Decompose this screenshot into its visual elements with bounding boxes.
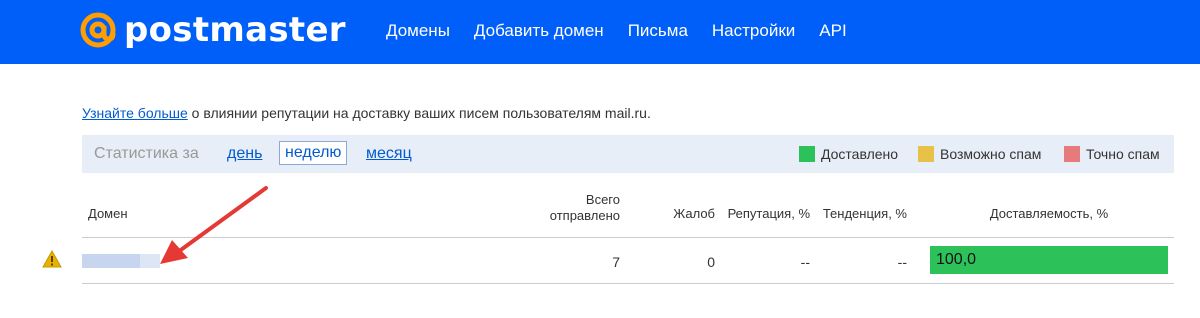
cell-sent: 7: [612, 254, 620, 270]
legend-delivered: Доставлено: [799, 146, 898, 162]
cell-complaints: 0: [707, 254, 715, 270]
period-month-link[interactable]: месяц: [366, 145, 412, 163]
legend-swatch-yellow: [918, 146, 934, 162]
column-header-reputation: Репутация, %: [727, 206, 810, 221]
column-header-domain: Домен: [88, 206, 128, 221]
header-bar: postmaster Домены Добавить домен Письма …: [0, 0, 1200, 64]
period-week-selected[interactable]: неделю: [279, 141, 348, 165]
legend-label: Точно спам: [1086, 146, 1160, 162]
cell-reputation: --: [800, 254, 810, 270]
stats-label: Статистика за: [94, 145, 199, 162]
deliverability-value: 100,0: [936, 251, 977, 268]
nav-letters[interactable]: Письма: [628, 19, 688, 43]
main-nav: Домены Добавить домен Письма Настройки A…: [386, 19, 871, 43]
legend-possible-spam: Возможно спам: [918, 146, 1041, 162]
stats-period-bar: Статистика за день неделю месяц Доставле…: [82, 135, 1174, 173]
nav-api[interactable]: API: [819, 19, 846, 43]
nav-settings[interactable]: Настройки: [712, 19, 795, 43]
domain-name-link-redacted[interactable]: [82, 254, 160, 268]
legend-label: Доставлено: [821, 146, 899, 162]
legend-spam: Точно спам: [1064, 146, 1160, 162]
logo[interactable]: postmaster: [80, 10, 346, 50]
deliverability-bar: 100,0: [930, 246, 1168, 274]
logo-text: postmaster: [124, 10, 346, 50]
cell-trend: --: [897, 254, 907, 270]
period-day-link[interactable]: день: [227, 145, 262, 163]
header-sent-line1: Всего: [585, 192, 620, 207]
column-header-deliverability: Доставляемость, %: [989, 206, 1109, 221]
warning-icon[interactable]: [42, 250, 62, 268]
column-header-complaints: Жалоб: [673, 206, 715, 221]
column-header-sent: Всего отправлено: [540, 192, 620, 224]
header-sent-line2: отправлено: [549, 208, 620, 223]
at-sign-logo-icon: [80, 12, 116, 48]
legend-swatch-green: [799, 146, 815, 162]
reputation-info-text: Узнайте больше о влиянии репутации на до…: [82, 105, 651, 121]
nav-add-domain[interactable]: Добавить домен: [474, 19, 604, 43]
table-row-divider: [82, 283, 1174, 284]
nav-domains[interactable]: Домены: [386, 19, 450, 43]
legend-swatch-red: [1064, 146, 1080, 162]
info-rest-text: о влиянии репутации на доставку ваших пи…: [187, 105, 651, 121]
legend-label: Возможно спам: [940, 146, 1042, 162]
learn-more-link[interactable]: Узнайте больше: [82, 105, 188, 121]
annotation-arrow-icon: [160, 186, 268, 264]
column-header-trend: Тенденция, %: [822, 206, 907, 221]
